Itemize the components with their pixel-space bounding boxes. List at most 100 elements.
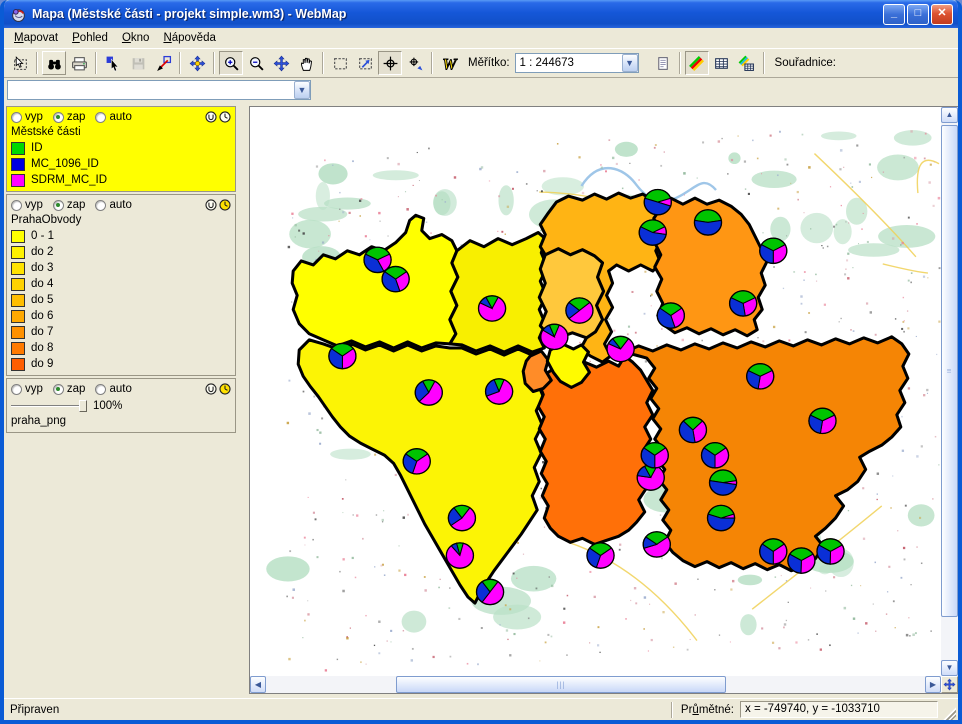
clock-icon[interactable] — [219, 111, 231, 123]
full-extent-button[interactable] — [328, 51, 352, 75]
radio-vyp[interactable]: vyp — [11, 383, 43, 395]
slider-handle[interactable] — [79, 400, 87, 412]
pie-chart-marker[interactable] — [730, 291, 757, 316]
menu-item-okno[interactable]: Okno — [115, 30, 157, 46]
center-go-button[interactable] — [403, 51, 427, 75]
pie-chart-marker[interactable] — [760, 238, 787, 263]
menu-item-pohled[interactable]: Pohled — [65, 30, 115, 46]
radio-zap[interactable]: zap — [53, 383, 86, 395]
select-region-button[interactable] — [8, 51, 32, 75]
info-icon[interactable] — [205, 383, 217, 395]
pie-chart-marker[interactable] — [644, 190, 671, 215]
chevron-down-icon[interactable]: ▼ — [294, 81, 310, 99]
pie-chart-marker[interactable] — [637, 465, 664, 490]
pan-corner-button[interactable] — [941, 676, 958, 693]
scale-combobox[interactable]: 1 : 244673▼ — [515, 53, 639, 73]
pie-chart-marker[interactable] — [809, 408, 836, 433]
radio-zap[interactable]: zap — [53, 111, 86, 123]
menu-item-npovda[interactable]: Nápověda — [156, 30, 222, 46]
horizontal-scrollbar[interactable]: ◀ ||| ▶ — [250, 676, 941, 693]
edit-redline-button[interactable] — [151, 51, 175, 75]
district-obvod-south[interactable] — [538, 356, 652, 544]
minimize-button[interactable]: _ — [883, 4, 905, 25]
legend-swatch — [11, 174, 25, 187]
center-button[interactable] — [378, 51, 402, 75]
pie-chart-marker[interactable] — [817, 539, 844, 564]
vertical-scrollbar[interactable]: ▲ ≡ ▼ — [941, 107, 958, 676]
pie-chart-marker[interactable] — [707, 505, 734, 530]
scroll-left-icon[interactable]: ◀ — [250, 676, 266, 693]
pie-chart-marker[interactable] — [403, 449, 430, 474]
pie-chart-marker[interactable] — [329, 343, 356, 368]
select-arrow-button[interactable] — [101, 51, 125, 75]
radio-auto[interactable]: auto — [95, 199, 131, 211]
info-icon[interactable] — [205, 199, 217, 211]
scroll-down-icon[interactable]: ▼ — [941, 660, 958, 676]
layer-panel-mestske-casti[interactable]: vyp zap auto Městské části IDMC_1096_IDS… — [6, 106, 236, 192]
legend-swatch — [11, 294, 25, 307]
clock-icon[interactable] — [219, 199, 231, 211]
maximize-button[interactable]: □ — [907, 4, 929, 25]
pie-chart-marker[interactable] — [607, 336, 634, 361]
zoom-selection-button[interactable] — [353, 51, 377, 75]
pie-chart-marker[interactable] — [476, 579, 503, 604]
radio-auto[interactable]: auto — [95, 383, 131, 395]
layer-panel-praha-png[interactable]: vyp zap auto 100% praha_png — [6, 378, 236, 433]
move-node-button[interactable] — [185, 51, 209, 75]
resize-grip[interactable] — [941, 705, 956, 720]
save-button[interactable] — [126, 51, 150, 75]
prague-map[interactable] — [250, 107, 941, 676]
layer-filter-combobox[interactable]: ▼ — [7, 80, 311, 100]
zoom-in-button[interactable] — [219, 51, 243, 75]
hand-button[interactable] — [294, 51, 318, 75]
webmap-logo-button[interactable]: W — [437, 51, 461, 75]
chevron-down-icon[interactable]: ▼ — [622, 54, 638, 72]
zoom-out-button[interactable] — [244, 51, 268, 75]
pie-chart-marker[interactable] — [415, 380, 442, 405]
pan-arrows-button[interactable] — [269, 51, 293, 75]
pie-chart-marker[interactable] — [701, 443, 728, 468]
pie-chart-marker[interactable] — [679, 417, 706, 442]
legend-button[interactable] — [685, 51, 709, 75]
pie-chart-marker[interactable] — [643, 532, 670, 557]
radio-vyp[interactable]: vyp — [11, 111, 43, 123]
pie-chart-marker[interactable] — [566, 298, 593, 323]
district-obvod-nw2[interactable] — [450, 233, 547, 352]
print-button[interactable] — [67, 51, 91, 75]
opacity-slider[interactable] — [11, 399, 87, 413]
report-button[interactable] — [651, 51, 675, 75]
scroll-up-icon[interactable]: ▲ — [941, 107, 958, 123]
table-button[interactable] — [710, 51, 734, 75]
pie-chart-marker[interactable] — [657, 303, 684, 328]
pie-chart-marker[interactable] — [747, 364, 774, 389]
map-viewport[interactable] — [250, 107, 941, 676]
pie-chart-marker[interactable] — [448, 505, 475, 530]
pie-chart-marker[interactable] — [486, 379, 513, 404]
radio-zap[interactable]: zap — [53, 199, 86, 211]
layer-panel-prahaobvody[interactable]: vyp zap auto PrahaObvody 0 - 1do 2do 3do… — [6, 194, 236, 376]
close-button[interactable]: ✕ — [931, 4, 953, 25]
radio-auto[interactable]: auto — [95, 111, 131, 123]
pie-chart-marker[interactable] — [709, 470, 736, 495]
pie-chart-marker[interactable] — [788, 548, 815, 573]
find-button[interactable] — [42, 51, 66, 75]
title-bar[interactable]: Mapa (Městské části - projekt simple.wm3… — [4, 0, 958, 28]
info-icon[interactable] — [205, 111, 217, 123]
menu-item-mapovat[interactable]: Mapovat — [7, 30, 65, 46]
pie-chart-marker[interactable] — [446, 543, 473, 568]
pie-chart-marker[interactable] — [641, 443, 668, 468]
pie-chart-marker[interactable] — [694, 210, 721, 235]
pie-chart-marker[interactable] — [541, 324, 568, 349]
clock-icon[interactable] — [219, 383, 231, 395]
pie-chart-marker[interactable] — [639, 220, 666, 245]
district-obvod-center-band[interactable] — [539, 249, 603, 338]
pie-chart-marker[interactable] — [478, 296, 505, 321]
pie-chart-marker[interactable] — [587, 543, 614, 568]
radio-vyp[interactable]: vyp — [11, 199, 43, 211]
pie-chart-marker[interactable] — [760, 539, 787, 564]
vertical-scroll-thumb[interactable]: ≡ — [941, 125, 958, 617]
horizontal-scroll-thumb[interactable]: ||| — [396, 676, 726, 693]
pie-chart-marker[interactable] — [382, 266, 409, 291]
scroll-right-icon[interactable]: ▶ — [925, 676, 941, 693]
legend-table-button[interactable] — [735, 51, 759, 75]
